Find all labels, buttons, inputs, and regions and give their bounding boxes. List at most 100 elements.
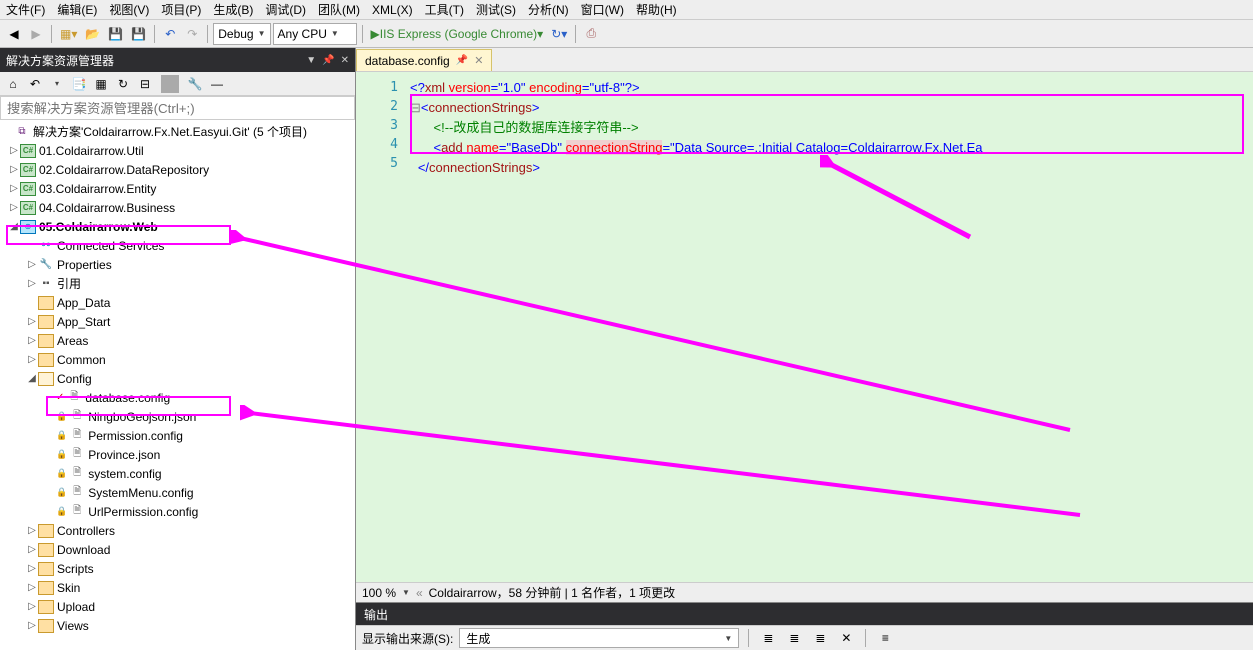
code-editor[interactable]: 12345 <?xml version="1.0" encoding="utf-… [356,72,1253,582]
file-permission[interactable]: Permission.config [88,429,183,443]
file-database-config[interactable]: database.config [85,391,170,405]
references-node[interactable]: 引用 [57,275,81,292]
menu-view[interactable]: 视图(V) [109,1,149,18]
folder-config[interactable]: Config [57,372,92,386]
back-icon[interactable]: ↶ [26,75,44,93]
menu-team[interactable]: 团队(M) [318,1,360,18]
folder-areas[interactable]: Areas [57,334,88,348]
lock-icon: 🔒 [56,449,67,460]
folder-views[interactable]: Views [57,619,89,633]
preview-icon[interactable]: — [208,75,226,93]
close-icon[interactable]: ✕ [341,55,349,66]
platform-select[interactable]: Any CPU▼ [273,23,357,45]
prev-msg-icon[interactable]: ≣ [784,627,804,649]
save-icon[interactable]: 💾 [105,23,126,45]
file-ningbo[interactable]: NingboGeojson.json [88,410,196,424]
project-entity[interactable]: 03.Coldairarrow.Entity [39,182,156,196]
lock-icon: 🔒 [56,430,67,441]
config-select[interactable]: Debug▼ [213,23,270,45]
folder-scripts[interactable]: Scripts [57,562,94,576]
nav-back-icon[interactable]: ◀ [4,23,24,45]
save-all-icon[interactable]: 💾 [128,23,149,45]
output-source-select[interactable]: 生成▼ [459,628,739,648]
expand-icon[interactable]: ▷ [26,544,38,555]
expand-icon[interactable]: ▷ [26,259,38,270]
undo-icon[interactable]: ↶ [160,23,180,45]
menu-test[interactable]: 测试(S) [476,1,516,18]
home-icon[interactable]: ⌂ [4,75,22,93]
expand-icon[interactable]: ▷ [26,278,38,289]
code-text[interactable]: <?xml version="1.0" encoding="utf-8"?> ⊟… [406,72,1253,582]
project-web[interactable]: 05.Coldairarrow.Web [39,220,158,234]
folder-controllers[interactable]: Controllers [57,524,115,538]
properties-node[interactable]: Properties [57,258,112,272]
folder-skin[interactable]: Skin [57,581,80,595]
browser-refresh-icon[interactable]: ↻▾ [548,23,570,45]
collapse-icon[interactable]: ◢ [8,221,20,232]
next-msg-icon[interactable]: ≣ [810,627,830,649]
solution-node[interactable]: 解决方案'Coldairarrow.Fx.Net.Easyui.Git' (5 … [33,123,307,140]
file-system[interactable]: system.config [88,467,161,481]
pin-icon[interactable]: 📌 [322,55,334,66]
clear-icon[interactable]: ✕ [836,627,856,649]
expand-icon[interactable]: ▷ [26,354,38,365]
expand-icon[interactable]: ▷ [26,620,38,631]
menu-tools[interactable]: 工具(T) [425,1,464,18]
showall-icon[interactable]: ▦ [92,75,110,93]
expand-icon[interactable]: ▷ [8,202,20,213]
file-province[interactable]: Province.json [88,448,160,462]
expand-icon[interactable]: ▷ [26,525,38,536]
expand-icon[interactable]: ▷ [26,582,38,593]
sync-icon[interactable]: 📑 [70,75,88,93]
project-util[interactable]: 01.Coldairarrow.Util [39,144,144,158]
solution-search-input[interactable] [0,96,355,120]
connected-services[interactable]: Connected Services [57,239,164,253]
folder-icon [38,600,54,614]
expand-icon[interactable]: ▷ [8,145,20,156]
nav-fwd-icon[interactable]: ▶ [26,23,46,45]
file-systemmenu[interactable]: SystemMenu.config [88,486,193,500]
refresh-icon[interactable]: ↻ [114,75,132,93]
menu-debug[interactable]: 调试(D) [265,1,306,18]
zoom-level[interactable]: 100 % [362,586,396,600]
collapse-icon[interactable]: ⊟ [136,75,154,93]
menu-xml[interactable]: XML(X) [372,3,413,17]
folder-appdata[interactable]: App_Data [57,296,110,310]
collapse-icon[interactable]: ◢ [26,373,38,384]
run-button[interactable]: ▶ IIS Express (Google Chrome) ▾ [368,23,547,45]
expand-icon[interactable]: ▷ [8,183,20,194]
menu-project[interactable]: 项目(P) [161,1,201,18]
menu-build[interactable]: 生成(B) [213,1,253,18]
extra-icon[interactable]: ⎙ [581,23,601,45]
expand-icon[interactable]: ▷ [8,164,20,175]
expand-icon[interactable]: ▷ [26,601,38,612]
menu-analyze[interactable]: 分析(N) [528,1,569,18]
codelens-info[interactable]: Coldairarrow，58 分钟前 | 1 名作者，1 项更改 [429,584,676,601]
menu-edit[interactable]: 编辑(E) [57,1,97,18]
menu-help[interactable]: 帮助(H) [636,1,677,18]
project-datarepo[interactable]: 02.Coldairarrow.DataRepository [39,163,209,177]
pin-icon[interactable]: 📌 [456,55,468,66]
folder-common[interactable]: Common [57,353,106,367]
new-project-icon[interactable]: ▦▾ [57,23,80,45]
menu-bar: 文件(F) 编辑(E) 视图(V) 项目(P) 生成(B) 调试(D) 团队(M… [0,0,1253,20]
redo-icon[interactable]: ↷ [182,23,202,45]
expand-icon[interactable]: ▷ [26,563,38,574]
project-business[interactable]: 04.Coldairarrow.Business [39,201,175,215]
properties-icon[interactable]: 🔧 [186,75,204,93]
solution-tree[interactable]: ⧉解决方案'Coldairarrow.Fx.Net.Easyui.Git' (5… [0,120,355,650]
file-urlpermission[interactable]: UrlPermission.config [88,505,198,519]
folder-download[interactable]: Download [57,543,110,557]
close-icon[interactable]: ✕ [474,54,483,67]
autohide-icon[interactable]: ▼ [306,55,316,66]
open-icon[interactable]: 📂 [82,23,103,45]
expand-icon[interactable]: ▷ [26,335,38,346]
wrap-icon[interactable]: ≡ [875,627,895,649]
menu-window[interactable]: 窗口(W) [581,1,624,18]
folder-appstart[interactable]: App_Start [57,315,110,329]
folder-upload[interactable]: Upload [57,600,95,614]
expand-icon[interactable]: ▷ [26,316,38,327]
tab-database-config[interactable]: database.config 📌 ✕ [356,49,492,71]
find-msg-icon[interactable]: ≣ [758,627,778,649]
menu-file[interactable]: 文件(F) [6,1,45,18]
